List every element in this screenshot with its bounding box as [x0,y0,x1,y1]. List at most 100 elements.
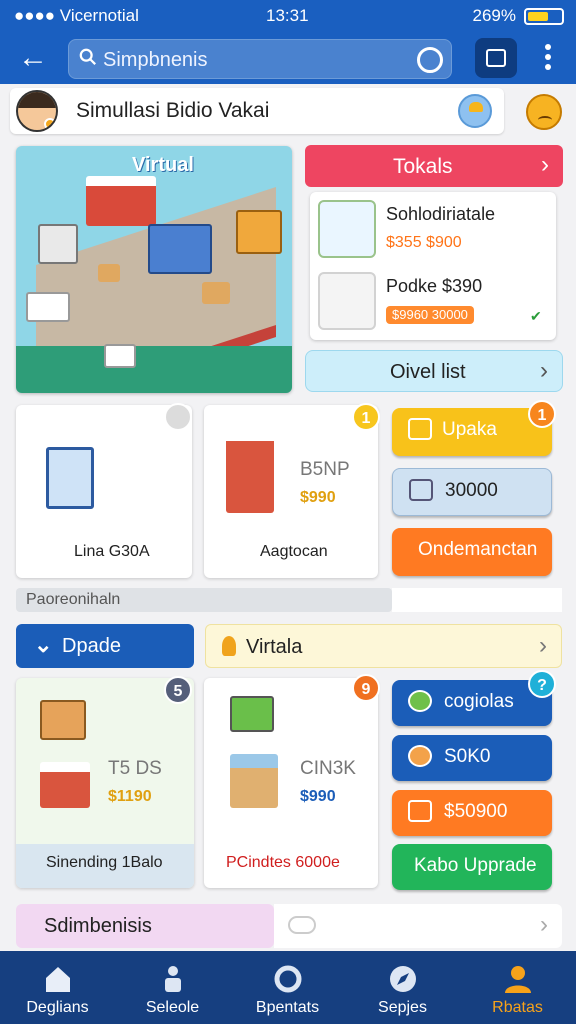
status-battery-text: 269% [472,6,516,25]
card-title: T5 DS [108,758,162,779]
coin-icon [408,745,432,767]
search-box[interactable] [68,39,452,79]
order-list-button[interactable]: Oivel list › [305,350,563,392]
badge: 1 [528,400,556,428]
ondemanctan-button[interactable]: Ondemanctan [392,528,552,576]
online-dot [44,118,56,130]
card-caption: Lina G30A [74,543,150,560]
tab-upgrade[interactable]: ⌄ Dpade [16,624,194,668]
bottom-nav: Deglians Seleole Bpentats Sepjes Rbatas [0,951,576,1024]
cart-icon [230,696,274,732]
vending-machine-icon [46,447,94,509]
delivery-truck [148,224,212,274]
kabo-upgrade-button[interactable]: Kabo Upprade [392,844,552,890]
chevron-right-icon: › [539,632,547,659]
mood-icon[interactable] [526,94,562,130]
van [26,292,70,322]
search-icon [79,48,96,65]
nav-item-home[interactable]: Deglians [0,951,115,1024]
nav-item-rbatas[interactable]: Rbatas [460,951,575,1024]
stall-card[interactable]: 1 B5NP $990 Aagtocan [204,403,380,578]
avatar[interactable] [16,90,58,132]
shelf-right [236,210,282,254]
shop-icon [40,762,90,808]
status-bar: ●●●● Vicernotial 13:31 269% [0,0,576,32]
submenu-bar-right[interactable]: › [274,904,562,948]
price-button[interactable]: $50900 [392,790,552,836]
nav-item-sepjes[interactable]: Sepjes [345,951,460,1024]
top-app-bar: ← [0,32,576,84]
shop-card[interactable]: 5 T5 DS $1190 Sinending 1Balo [16,676,194,888]
shop-building [86,176,156,226]
nav-item-bpentats[interactable]: Bpentats [230,951,345,1024]
title-row: Simullasi Bidio Vakai [10,88,504,134]
badge: 9 [352,674,380,702]
card-price: $990 [300,788,336,805]
home-icon [46,967,70,992]
search-input[interactable] [103,46,403,74]
submenu-bar[interactable]: Sdimbenisis [16,904,274,948]
box-icon [40,700,86,740]
product-name: Podke $390 [386,276,483,296]
nav-item-seleole[interactable]: Seleole [115,951,230,1024]
card-title: CIN3K [300,758,356,779]
kiosk-icon [230,754,278,808]
screenshot-button[interactable] [475,38,517,78]
worker-icon[interactable] [458,94,492,128]
person-icon [505,966,531,993]
page-title: Simullasi Bidio Vakai [76,99,270,122]
back-button[interactable]: ← [14,40,52,76]
chevron-right-icon: › [541,151,549,178]
cogiolas-button[interactable]: cogiolas ? [392,670,556,726]
up-arrow-icon [409,479,433,501]
battery-icon [524,8,564,25]
chevron-right-icon: › [540,911,548,938]
shelf [38,224,78,264]
soko-button[interactable]: S0K0 [392,735,552,781]
progress-bar: Paoreonihaln [16,588,392,612]
van [104,344,136,368]
cart-card[interactable]: 9 CIN3K $990 PCindtes 6000e [204,674,380,888]
card-caption: Aagtocan [260,543,328,560]
register-icon [408,800,432,822]
chevron-down-icon: ⌄ [34,632,53,657]
card-price: $1190 [108,788,152,805]
scene-label: Virtual [132,154,194,176]
box [202,282,230,304]
status-carrier: ●●●● Vicernotial [14,6,139,25]
tokals-list: Sohlodiriatale $355 $900 Podke $390 $996… [310,192,556,340]
chevron-right-icon: › [540,357,548,384]
stall-icon [226,429,274,513]
status-time: 13:31 [266,6,309,25]
upaka-button[interactable]: Upaka 1 [392,400,556,456]
progress-bar-track [392,588,562,612]
image-icon [486,49,506,67]
badge: 1 [352,403,380,431]
tab-virtual[interactable]: Virtala › [205,624,562,668]
more-menu-button[interactable] [538,42,558,74]
store-scene[interactable]: Virtual [16,146,292,393]
check-icon: ✔ [530,308,542,324]
badge: ? [528,670,556,698]
machine-card[interactable]: Lina G30A [16,403,192,578]
product-name: Sohlodiriatale [386,204,496,224]
tokals-header[interactable]: Tokals › [305,145,563,187]
badge [164,403,192,431]
flame-icon [222,636,236,656]
product-price: $9960 30000 [386,306,474,324]
coin-button[interactable]: 30000 [392,468,552,516]
product-image[interactable] [318,200,376,258]
figure-icon [165,966,181,992]
card-caption: PCindtes 6000e [226,854,340,871]
toggle-icon [288,916,316,934]
circle-icon [274,965,302,993]
card-caption: Sinending 1Balo [46,854,163,871]
product-price: $355 $900 [386,234,462,251]
card-title: B5NP [300,459,350,480]
box [98,264,120,282]
panel-icon [408,418,432,440]
badge: 5 [164,676,192,704]
product-image[interactable] [318,272,376,330]
refresh-icon[interactable] [417,47,443,73]
card-price: $990 [300,489,336,506]
